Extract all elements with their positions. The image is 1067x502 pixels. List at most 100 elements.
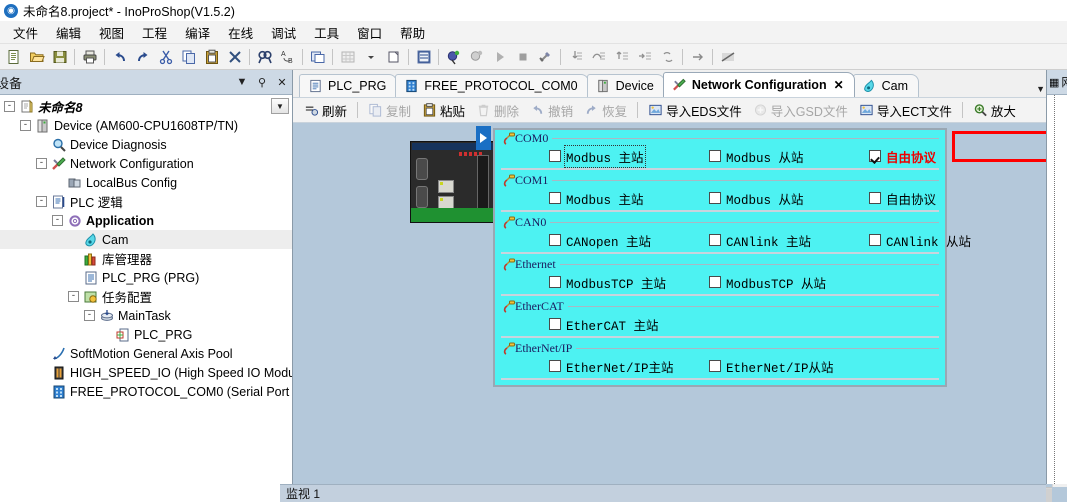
tree-item-4[interactable]: LocalBus Config <box>0 173 292 192</box>
checkbox-indicator[interactable] <box>549 192 561 204</box>
checkbox-indicator[interactable] <box>549 276 561 288</box>
logout-icon[interactable] <box>465 46 488 68</box>
protocol-checkbox-0-0[interactable]: Modbus 主站 <box>549 144 646 168</box>
tree-item-9[interactable]: PLC_PRG (PRG) <box>0 268 292 287</box>
protocol-checkbox-5-1[interactable]: EtherNet/IP从站 <box>709 357 834 376</box>
paste-icon[interactable] <box>200 46 223 68</box>
protocol-checkbox-1-2[interactable]: 自由协议 <box>869 189 936 208</box>
tree-item-8[interactable]: 库管理器 <box>0 249 292 268</box>
redo-icon[interactable] <box>131 46 154 68</box>
checkbox-indicator[interactable] <box>549 234 561 246</box>
editor-tab-1[interactable]: FREE_PROTOCOL_COM0 <box>395 74 589 97</box>
network-config-canvas[interactable]: COM0 Modbus 主站 Modbus 从站 自由协议 COM1 Modbus 主站 M… <box>293 123 1067 502</box>
tree-item-0[interactable]: - 未命名8 <box>0 97 292 116</box>
protocol-checkbox-2-0[interactable]: CANopen 主站 <box>549 231 651 250</box>
open-folder-icon[interactable] <box>25 46 48 68</box>
tree-dropdown-icon[interactable]: ▼ <box>271 98 289 114</box>
protocol-checkbox-3-1[interactable]: ModbusTCP 从站 <box>709 273 826 292</box>
tree-item-10[interactable]: - 任务配置 <box>0 287 292 306</box>
menu-item-1[interactable]: 编辑 <box>47 21 90 44</box>
subtoolbar-import-ect[interactable]: 导入ECT文件 <box>854 99 957 122</box>
subtoolbar-refresh[interactable]: 刷新 <box>299 99 352 122</box>
dropdown-arrow-icon[interactable]: ▼ <box>232 72 252 92</box>
menu-item-9[interactable]: 帮助 <box>391 21 434 44</box>
editor-tab-0[interactable]: PLC_PRG <box>299 74 398 97</box>
protocol-checkbox-1-1[interactable]: Modbus 从站 <box>709 189 804 208</box>
checkbox-indicator[interactable] <box>869 150 881 162</box>
step-into-icon[interactable] <box>564 46 587 68</box>
tree-expander-icon[interactable]: - <box>4 101 15 112</box>
build-wrench-icon[interactable] <box>534 46 557 68</box>
tree-item-7[interactable]: Cam <box>0 230 292 249</box>
protocol-checkbox-5-0[interactable]: EtherNet/IP主站 <box>549 357 674 376</box>
protocol-checkbox-2-2[interactable]: CANlink 从站 <box>869 231 971 250</box>
tree-expander-icon[interactable]: - <box>84 310 95 321</box>
checkbox-indicator[interactable] <box>709 234 721 246</box>
cut-icon[interactable] <box>154 46 177 68</box>
checkbox-indicator[interactable] <box>869 192 881 204</box>
tree-item-3[interactable]: - Network Configuration <box>0 154 292 173</box>
breakpoint-off-icon[interactable] <box>716 46 739 68</box>
pin-icon[interactable]: ⚲ <box>252 72 272 92</box>
checkbox-indicator[interactable] <box>709 360 721 372</box>
protocol-checkbox-0-1[interactable]: Modbus 从站 <box>709 147 804 166</box>
copy-icon[interactable] <box>177 46 200 68</box>
copy-project-icon[interactable] <box>306 46 329 68</box>
new-file-icon[interactable] <box>2 46 25 68</box>
subtoolbar-import-eds[interactable]: 导入EDS文件 <box>643 99 747 122</box>
tree-expander-icon[interactable]: - <box>52 215 63 226</box>
protocol-checkbox-1-0[interactable]: Modbus 主站 <box>549 189 644 208</box>
menu-item-5[interactable]: 在线 <box>219 21 262 44</box>
delete-x-icon[interactable] <box>223 46 246 68</box>
tree-item-12[interactable]: PLC_PRG <box>0 325 292 344</box>
step-over-icon[interactable] <box>587 46 610 68</box>
checkbox-indicator[interactable] <box>709 276 721 288</box>
tree-item-2[interactable]: Device Diagnosis <box>0 135 292 154</box>
close-icon[interactable]: ✕ <box>272 72 292 92</box>
goto-icon[interactable] <box>686 46 709 68</box>
subtoolbar-zoom-in[interactable]: 放大 <box>968 99 1021 122</box>
dropdown-arrow-icon[interactable] <box>359 46 382 68</box>
menu-item-2[interactable]: 视图 <box>90 21 133 44</box>
tree-item-1[interactable]: - Device (AM600-CPU1608TP/TN) <box>0 116 292 135</box>
compile-icon[interactable] <box>412 46 435 68</box>
chevron-down-icon[interactable]: ▼ <box>1036 84 1045 94</box>
run-icon[interactable] <box>488 46 511 68</box>
tree-expander-icon[interactable]: - <box>36 158 47 169</box>
menu-item-3[interactable]: 工程 <box>133 21 176 44</box>
menu-item-4[interactable]: 编译 <box>176 21 219 44</box>
replace-icon[interactable]: AB <box>276 46 299 68</box>
network-side-panel[interactable]: ▦ 网络 <box>1046 70 1067 484</box>
protocol-checkbox-0-2[interactable]: 自由协议 <box>869 147 936 166</box>
close-icon[interactable]: ✕ <box>834 78 844 92</box>
tree-item-13[interactable]: SoftMotion General Axis Pool <box>0 344 292 363</box>
expand-right-arrow-button[interactable] <box>476 126 491 150</box>
device-tree[interactable]: ▼ - 未命名8- Device (AM600-CPU1608TP/TN) Devic… <box>0 95 292 502</box>
cycle-icon[interactable] <box>656 46 679 68</box>
menu-item-0[interactable]: 文件 <box>4 21 47 44</box>
tree-expander-icon[interactable]: - <box>20 120 31 131</box>
tree-item-15[interactable]: FREE_PROTOCOL_COM0 (Serial Port 485 Fre <box>0 382 292 401</box>
save-icon[interactable] <box>48 46 71 68</box>
protocol-checkbox-4-0[interactable]: EtherCAT 主站 <box>549 315 659 334</box>
checkbox-indicator[interactable] <box>709 150 721 162</box>
editor-tab-4[interactable]: Cam <box>852 74 920 97</box>
step-out-icon[interactable] <box>610 46 633 68</box>
login-icon[interactable] <box>442 46 465 68</box>
checkbox-indicator[interactable] <box>869 234 881 246</box>
tree-expander-icon[interactable]: - <box>68 291 79 302</box>
undo-icon[interactable] <box>108 46 131 68</box>
checkbox-indicator[interactable] <box>549 360 561 372</box>
print-icon[interactable] <box>78 46 101 68</box>
tree-item-5[interactable]: - PLC 逻辑 <box>0 192 292 211</box>
new-window-icon[interactable] <box>382 46 405 68</box>
grid-icon[interactable] <box>336 46 359 68</box>
subtoolbar-paste[interactable]: 粘贴 <box>417 99 470 122</box>
editor-tab-2[interactable]: Device <box>586 74 665 97</box>
tree-item-11[interactable]: - MainTask <box>0 306 292 325</box>
menu-item-8[interactable]: 窗口 <box>348 21 391 44</box>
protocol-checkbox-3-0[interactable]: ModbusTCP 主站 <box>549 273 666 292</box>
stop-icon[interactable] <box>511 46 534 68</box>
checkbox-indicator[interactable] <box>549 318 561 330</box>
menu-item-6[interactable]: 调试 <box>262 21 305 44</box>
